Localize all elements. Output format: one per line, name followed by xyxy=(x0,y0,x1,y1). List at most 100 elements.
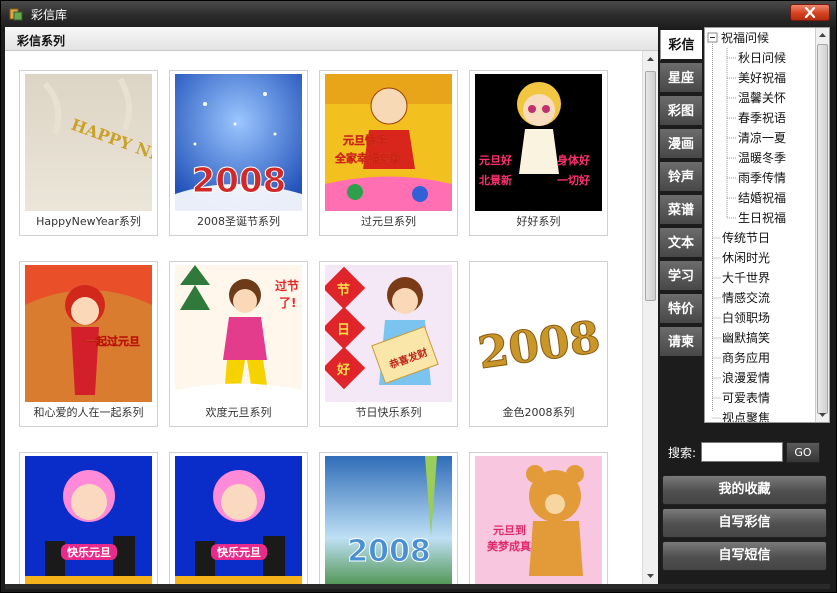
svg-text:日: 日 xyxy=(337,323,350,338)
category-tree: 祝福问候 秋日问候 美好祝福 温馨关怀 春季祝语 清凉一夏 温暖冬季 雨季传情 … xyxy=(704,27,830,423)
svg-text:一起过元旦: 一起过元旦 xyxy=(85,334,140,348)
section-title: 彩信系列 xyxy=(17,34,66,48)
grid-scrollbar-thumb[interactable] xyxy=(645,71,656,301)
tree-item-business[interactable]: 商务应用 xyxy=(722,348,770,368)
svg-text:元旦快乐: 元旦快乐 xyxy=(343,133,387,147)
svg-text:元旦好: 元旦好 xyxy=(479,153,512,167)
tree-scrollbar-thumb[interactable] xyxy=(817,44,828,414)
tree-item-focus[interactable]: 视点聚焦 xyxy=(722,408,770,422)
svg-text:快乐元旦: 快乐元旦 xyxy=(216,545,261,559)
tile-label: HappyNewYear系列 xyxy=(36,215,141,228)
tree-scroll-down-icon[interactable] xyxy=(818,410,827,419)
svg-text:2008: 2008 xyxy=(347,534,431,569)
tree-scrollbar[interactable] xyxy=(815,28,829,422)
tree-item-rainy-season[interactable]: 雨季传情 xyxy=(738,168,786,188)
tree-item-warm-care[interactable]: 温馨关怀 xyxy=(738,88,786,108)
tree-item-cool-summer[interactable]: 清凉一夏 xyxy=(738,128,786,148)
tab-pictures[interactable]: 彩图 xyxy=(660,96,702,127)
tile-label: 过元旦系列 xyxy=(361,215,416,228)
tree-item-best-wishes[interactable]: 美好祝福 xyxy=(738,68,786,88)
window-bottom-edge xyxy=(5,584,830,589)
svg-text:元旦到: 元旦到 xyxy=(493,523,526,537)
tree-item-cute-emoticons[interactable]: 可爱表情 xyxy=(722,388,770,408)
svg-text:美梦成真: 美梦成真 xyxy=(487,539,531,553)
mms-tile-bear-new-year[interactable]: 元旦到 美梦成真 xyxy=(469,452,608,584)
tile-thumbnail: 元旦好 北景新 身体好 一切好 xyxy=(475,74,602,211)
tab-constellation[interactable]: 星座 xyxy=(660,63,702,94)
grid-scrollbar[interactable] xyxy=(642,51,658,584)
scroll-down-icon[interactable] xyxy=(646,571,655,580)
tree-item-greetings[interactable]: 祝福问候 xyxy=(721,28,769,48)
tree-item-birthday-wishes[interactable]: 生日祝福 xyxy=(738,208,786,228)
svg-text:过节: 过节 xyxy=(275,278,299,293)
tile-thumbnail: 快乐元旦 xyxy=(175,456,302,584)
mms-tile-golden-2008[interactable]: 2008 金色2008系列 xyxy=(469,261,608,427)
svg-text:身体好: 身体好 xyxy=(557,153,590,167)
tile-thumbnail: 2008 xyxy=(475,265,602,402)
app-icon xyxy=(9,7,23,21)
search-go-button[interactable]: GO xyxy=(786,442,820,463)
scroll-up-icon[interactable] xyxy=(646,55,655,64)
tree-item-traditional-holidays[interactable]: 传统节日 xyxy=(722,228,770,248)
tab-study[interactable]: 学习 xyxy=(660,261,702,292)
window: 彩信库 彩信系列 HAPPY NEW YEAR xyxy=(0,0,837,593)
tab-ringtones[interactable]: 铃声 xyxy=(660,162,702,193)
section-header: 彩信系列 xyxy=(5,27,658,51)
tree-item-romance[interactable]: 浪漫爱情 xyxy=(722,368,770,388)
svg-text:了!: 了! xyxy=(279,296,296,310)
tree-item-wedding-wishes[interactable]: 结婚祝福 xyxy=(738,188,786,208)
tree-item-warm-winter[interactable]: 温暖冬季 xyxy=(738,148,786,168)
tile-thumbnail: 2008 xyxy=(175,74,302,211)
tree-scroll-up-icon[interactable] xyxy=(818,31,827,40)
tab-mms[interactable]: 彩信 xyxy=(660,30,702,61)
mms-tile-haohao[interactable]: 元旦好 北景新 身体好 一切好 好好系列 xyxy=(469,70,608,236)
svg-text:2008: 2008 xyxy=(192,161,287,201)
tile-label: 金色2008系列 xyxy=(502,406,575,419)
tile-thumbnail: 过节 了! xyxy=(175,265,302,402)
window-title: 彩信库 xyxy=(31,8,68,22)
search-input[interactable] xyxy=(701,442,783,462)
tile-thumbnail: 一起过元旦 xyxy=(25,265,152,402)
tree-item-spring-words[interactable]: 春季祝语 xyxy=(738,108,786,128)
tab-comics[interactable]: 漫画 xyxy=(660,129,702,160)
tree-item-emotions[interactable]: 情感交流 xyxy=(722,288,770,308)
tree-item-wide-world[interactable]: 大千世界 xyxy=(722,268,770,288)
mms-tile-happy-new-year-day-1[interactable]: 快乐元旦 xyxy=(19,452,158,584)
mms-tile-new-years-day[interactable]: 元旦快乐 全家幸福安康 过元旦系列 xyxy=(319,70,458,236)
mms-tile-celebrate-new-year[interactable]: 过节 了! 欢度元旦系列 xyxy=(169,261,308,427)
tile-label: 好好系列 xyxy=(516,215,561,228)
category-tabs: 彩信 星座 彩图 漫画 铃声 菜谱 文本 学习 特价 请柬 xyxy=(658,27,702,358)
mms-tile-happy-holiday[interactable]: 节 日 好 恭喜发财 节日快乐系列 xyxy=(319,261,458,427)
main-content: 彩信系列 HAPPY NEW YEAR HappyNewYear系列 xyxy=(5,27,658,584)
tab-specials[interactable]: 特价 xyxy=(660,294,702,325)
write-sms-button[interactable]: 自写短信 xyxy=(662,541,827,571)
tile-thumbnail: 元旦快乐 全家幸福安康 xyxy=(325,74,452,211)
tile-thumbnail: 元旦到 美梦成真 xyxy=(475,456,602,584)
svg-text:好: 好 xyxy=(336,362,350,378)
search-label: 搜索: xyxy=(668,446,697,460)
close-button[interactable] xyxy=(790,4,830,21)
mms-tile-christmas-2008[interactable]: 2008 2008圣诞节系列 xyxy=(169,70,308,236)
tab-invitations[interactable]: 请柬 xyxy=(660,327,702,358)
tree-item-autumn-greetings[interactable]: 秋日问候 xyxy=(738,48,786,68)
svg-text:全家幸福安康: 全家幸福安康 xyxy=(334,151,402,165)
tile-thumbnail: HAPPY NEW YEAR xyxy=(25,74,152,211)
mms-grid: HAPPY NEW YEAR HappyNewYear系列 2008 xyxy=(5,51,642,584)
mms-tile-happy-new-year-day-2[interactable]: 快乐元旦 xyxy=(169,452,308,584)
tree-item-leisure[interactable]: 休闲时光 xyxy=(722,248,770,268)
title-bar: 彩信库 xyxy=(1,1,836,27)
mms-tile-with-loved-one[interactable]: 一起过元旦 和心爱的人在一起系列 xyxy=(19,261,158,427)
tile-thumbnail: 2008 xyxy=(325,456,452,584)
mms-tile-2008-landscape[interactable]: 2008 xyxy=(319,452,458,584)
my-favorites-button[interactable]: 我的收藏 xyxy=(662,475,827,505)
mms-tile-happy-new-year[interactable]: HAPPY NEW YEAR HappyNewYear系列 xyxy=(19,70,158,236)
tab-text[interactable]: 文本 xyxy=(660,228,702,259)
tab-recipes[interactable]: 菜谱 xyxy=(660,195,702,226)
write-mms-button[interactable]: 自写彩信 xyxy=(662,508,827,538)
tree-item-humor[interactable]: 幽默搞笑 xyxy=(722,328,770,348)
tile-label: 和心爱的人在一起系列 xyxy=(33,406,144,419)
svg-text:一切好: 一切好 xyxy=(557,173,590,187)
tree-item-workplace[interactable]: 白领职场 xyxy=(722,308,770,328)
tile-label: 节日快乐系列 xyxy=(355,406,422,419)
tile-thumbnail: 快乐元旦 xyxy=(25,456,152,584)
